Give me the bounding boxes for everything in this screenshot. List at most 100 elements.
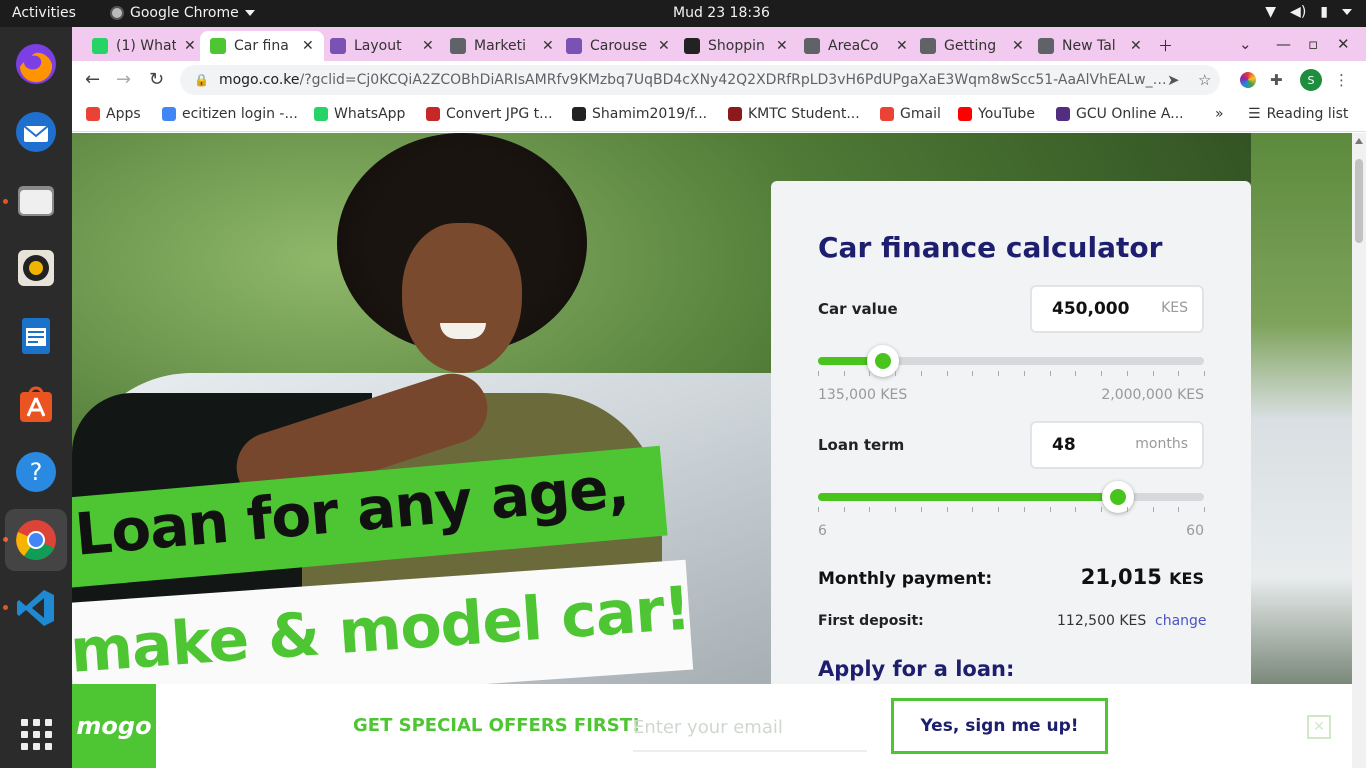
- slider-tick: [844, 371, 845, 376]
- tab-title: Carouse: [590, 38, 648, 54]
- browser-tab[interactable]: New Tal ✕: [1028, 31, 1152, 61]
- offer-headline: GET SPECIAL OFFERS FIRST!: [353, 715, 641, 736]
- email-field[interactable]: [633, 704, 867, 752]
- back-button[interactable]: ←: [85, 69, 100, 90]
- bookmark-label: GCU Online A...: [1076, 106, 1184, 122]
- bookmark-item[interactable]: KMTC Student...: [728, 106, 860, 122]
- tab-title: Car fina: [234, 38, 289, 54]
- first-deposit-change-link[interactable]: change: [1155, 613, 1207, 629]
- signup-button[interactable]: Yes, sign me up!: [891, 698, 1108, 754]
- slider-tick: [895, 507, 896, 512]
- loan-term-amount: 48: [1052, 435, 1076, 455]
- close-tab-icon[interactable]: ✕: [542, 38, 554, 54]
- page-scrollbar[interactable]: [1352, 133, 1366, 768]
- browser-tab[interactable]: Shoppin ✕: [674, 31, 798, 61]
- close-tab-icon[interactable]: ✕: [658, 38, 670, 54]
- system-tray[interactable]: ▼ ◀) ▮: [1265, 4, 1352, 20]
- browser-tab[interactable]: Getting ✕: [910, 31, 1034, 61]
- scroll-up-icon[interactable]: [1355, 138, 1363, 144]
- slider-tick: [1024, 371, 1025, 376]
- forward-button[interactable]: →: [116, 69, 131, 90]
- reload-button[interactable]: ↻: [149, 69, 164, 90]
- dock-help[interactable]: ?: [11, 447, 61, 497]
- close-tab-icon[interactable]: ✕: [302, 38, 314, 54]
- car-value-input[interactable]: 450,000 KES: [1030, 285, 1204, 333]
- bookmark-item[interactable]: ecitizen login -...: [162, 106, 298, 122]
- close-tab-icon[interactable]: ✕: [184, 38, 196, 54]
- maximize-button[interactable]: ▫: [1308, 35, 1318, 53]
- slider-tick: [895, 371, 896, 376]
- close-tab-icon[interactable]: ✕: [896, 38, 908, 54]
- browser-tab[interactable]: AreaCo ✕: [794, 31, 918, 61]
- kebab-menu-icon[interactable]: ⋮: [1334, 71, 1349, 89]
- globe-icon: [804, 38, 820, 54]
- tab-search-icon[interactable]: ⌄: [1239, 35, 1252, 53]
- car-value-unit: KES: [1161, 300, 1188, 316]
- slider-tick: [1204, 507, 1205, 512]
- profile-avatar[interactable]: S: [1300, 69, 1322, 91]
- mogo-icon: [210, 38, 226, 54]
- github-icon: [572, 107, 586, 121]
- reading-list-button[interactable]: ☰ Reading list: [1248, 106, 1348, 122]
- bookmark-item[interactable]: WhatsApp: [314, 106, 405, 122]
- new-tab-button[interactable]: ＋: [1158, 35, 1173, 56]
- address-bar[interactable]: 🔒 mogo.co.ke /?gclid=Cj0KCQiA2ZCOBhDiARI…: [180, 65, 1220, 95]
- dock-firefox[interactable]: [11, 39, 61, 89]
- loan-term-input[interactable]: 48 months: [1030, 421, 1204, 469]
- car-value-amount: 450,000: [1052, 299, 1130, 319]
- bookmark-item[interactable]: Gmail: [880, 106, 941, 122]
- loan-term-slider[interactable]: [818, 481, 1204, 513]
- dock-files[interactable]: [11, 175, 61, 225]
- bookmark-item[interactable]: Shamim2019/f...: [572, 106, 707, 122]
- close-tab-icon[interactable]: ✕: [1012, 38, 1024, 54]
- close-window-button[interactable]: ✕: [1337, 35, 1350, 53]
- close-tab-icon[interactable]: ✕: [776, 38, 788, 54]
- clock[interactable]: Mud 23 18:36: [673, 5, 770, 21]
- bookmark-item[interactable]: GCU Online A...: [1056, 106, 1184, 122]
- app-menu[interactable]: Google Chrome: [110, 5, 255, 21]
- apply-for-loan-heading: Apply for a loan:: [818, 657, 1015, 681]
- bookmark-label: Apps: [106, 106, 141, 122]
- bookmark-item[interactable]: YouTube: [958, 106, 1035, 122]
- car-value-slider[interactable]: [818, 345, 1204, 377]
- mogo-logo[interactable]: mogo: [72, 684, 156, 768]
- apps-grid-icon: [86, 107, 100, 121]
- browser-tab[interactable]: Carouse ✕: [556, 31, 680, 61]
- dock-vscode[interactable]: [11, 583, 61, 633]
- running-indicator: [3, 199, 8, 204]
- dock-rhythmbox[interactable]: [11, 243, 61, 293]
- car-value-label: Car value: [818, 300, 898, 318]
- dock-chrome[interactable]: [5, 509, 67, 571]
- dock-thunderbird[interactable]: [11, 107, 61, 157]
- close-tab-icon[interactable]: ✕: [1130, 38, 1142, 54]
- activities-button[interactable]: Activities: [12, 5, 76, 21]
- slider-tick: [844, 507, 845, 512]
- slider-tick: [1127, 371, 1128, 376]
- bootstrap-icon: [566, 38, 582, 54]
- bookmark-star-icon[interactable]: ☆: [1198, 71, 1211, 89]
- slider-tick: [1075, 371, 1076, 376]
- browser-tab[interactable]: (1) What ✕: [82, 31, 206, 61]
- scrollbar-thumb[interactable]: [1355, 159, 1363, 243]
- slider-tick: [1101, 507, 1102, 512]
- thunderbird-icon: [16, 112, 56, 152]
- car-value-min: 135,000 KES: [818, 387, 908, 403]
- extensions-icon[interactable]: ✚: [1270, 71, 1283, 89]
- browser-tab[interactable]: Marketi ✕: [440, 31, 564, 61]
- slider-tick: [818, 371, 819, 376]
- bookmark-item[interactable]: Convert JPG t...: [426, 106, 553, 122]
- send-to-device-icon[interactable]: ➤: [1167, 71, 1180, 89]
- browser-tab[interactable]: Layout ✕: [320, 31, 444, 61]
- bookmarks-overflow-icon[interactable]: »: [1215, 106, 1224, 122]
- bookmark-item[interactable]: Apps: [86, 106, 141, 122]
- dock-writer[interactable]: [11, 311, 61, 361]
- close-tab-icon[interactable]: ✕: [422, 38, 434, 54]
- dock-software[interactable]: [11, 379, 61, 429]
- show-applications-button[interactable]: [11, 709, 61, 759]
- close-icon[interactable]: ✕: [1307, 715, 1331, 739]
- browser-tab[interactable]: Car fina ✕: [200, 31, 324, 61]
- bookmarks-bar: Apps ecitizen login -... WhatsApp Convert J…: [72, 99, 1366, 132]
- monthly-payment-value: 21,015 KES: [1081, 565, 1204, 589]
- color-extension-icon[interactable]: [1240, 72, 1256, 88]
- minimize-button[interactable]: —: [1276, 35, 1291, 53]
